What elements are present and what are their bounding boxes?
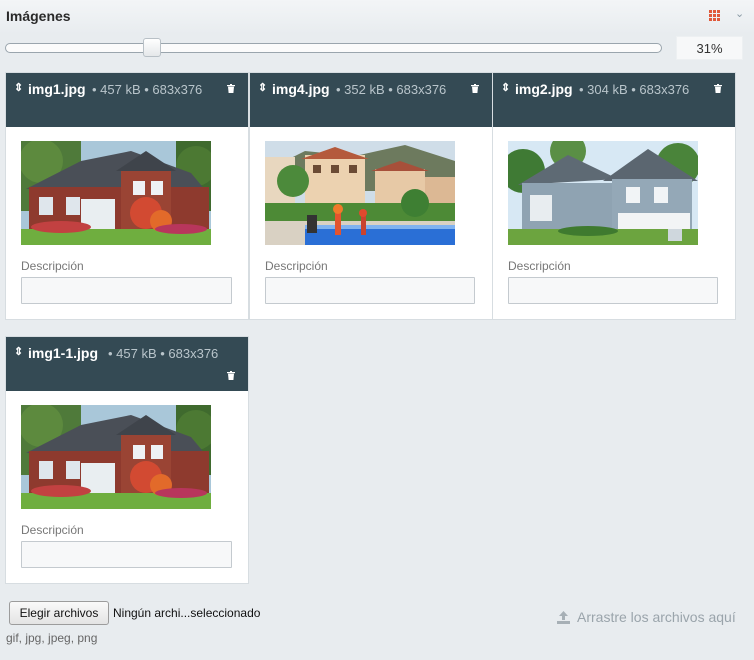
zoom-slider-handle[interactable] — [143, 38, 161, 57]
description-label: Descripción — [21, 523, 84, 537]
image-card: ⇕ img1.jpg • 457 kB • 683x376 Descripció… — [5, 72, 249, 320]
image-filename: img4.jpg — [272, 81, 330, 97]
zoom-slider-track[interactable] — [5, 43, 662, 53]
file-status: Ningún archi...seleccionado — [113, 606, 261, 620]
trash-icon[interactable] — [714, 84, 722, 93]
image-card-header: ⇕ img4.jpg • 352 kB • 683x376 — [250, 73, 492, 127]
image-thumbnail[interactable] — [508, 141, 698, 245]
image-card: ⇕ img4.jpg • 352 kB • 683x376 Descripció… — [249, 72, 493, 320]
description-label: Descripción — [508, 259, 571, 273]
trash-icon[interactable] — [227, 371, 235, 380]
panel-header: Imágenes ⌄ — [0, 0, 754, 34]
image-thumbnail[interactable] — [21, 141, 211, 245]
description-input[interactable] — [21, 277, 232, 304]
drag-handle-icon[interactable]: ⇕ — [14, 81, 23, 94]
image-thumbnail[interactable] — [21, 405, 211, 509]
image-filename: img1-1.jpg — [28, 345, 99, 361]
image-meta: • 304 kB • 683x376 — [579, 82, 690, 97]
image-meta: • 352 kB • 683x376 — [336, 82, 447, 97]
choose-files-button[interactable]: Elegir archivos — [9, 601, 109, 625]
description-label: Descripción — [265, 259, 328, 273]
image-card: ⇕ img2.jpg • 304 kB • 683x376 Descripció… — [492, 72, 736, 320]
trash-icon[interactable] — [227, 84, 235, 93]
panel-title: Imágenes — [6, 8, 71, 24]
image-meta: • 457 kB • 683x376 — [108, 346, 219, 361]
image-card: ⇕ img1-1.jpg • 457 kB • 683x376 Descripc… — [5, 336, 249, 584]
description-input[interactable] — [265, 277, 475, 304]
image-filename: img1.jpg — [28, 81, 86, 97]
image-card-header: ⇕ img1-1.jpg • 457 kB • 683x376 — [6, 337, 248, 391]
trash-icon[interactable] — [471, 84, 479, 93]
description-label: Descripción — [21, 259, 84, 273]
grid-icon[interactable] — [709, 10, 722, 22]
zoom-value: 31% — [676, 36, 743, 60]
description-input[interactable] — [21, 541, 232, 568]
image-card-header: ⇕ img2.jpg • 304 kB • 683x376 — [493, 73, 735, 127]
image-card-header: ⇕ img1.jpg • 457 kB • 683x376 — [6, 73, 248, 127]
drag-handle-icon[interactable]: ⇕ — [258, 81, 267, 94]
upload-icon — [557, 611, 570, 624]
image-thumbnail[interactable] — [265, 141, 455, 245]
image-meta: • 457 kB • 683x376 — [92, 82, 203, 97]
chevron-down-icon[interactable]: ⌄ — [735, 7, 744, 20]
image-filename: img2.jpg — [515, 81, 573, 97]
drag-handle-icon[interactable]: ⇕ — [501, 81, 510, 94]
drag-handle-icon[interactable]: ⇕ — [14, 345, 23, 358]
description-input[interactable] — [508, 277, 718, 304]
drop-zone-hint[interactable]: Arrastre los archivos aquí — [577, 609, 736, 625]
allowed-formats: gif, jpg, jpeg, png — [6, 631, 98, 645]
